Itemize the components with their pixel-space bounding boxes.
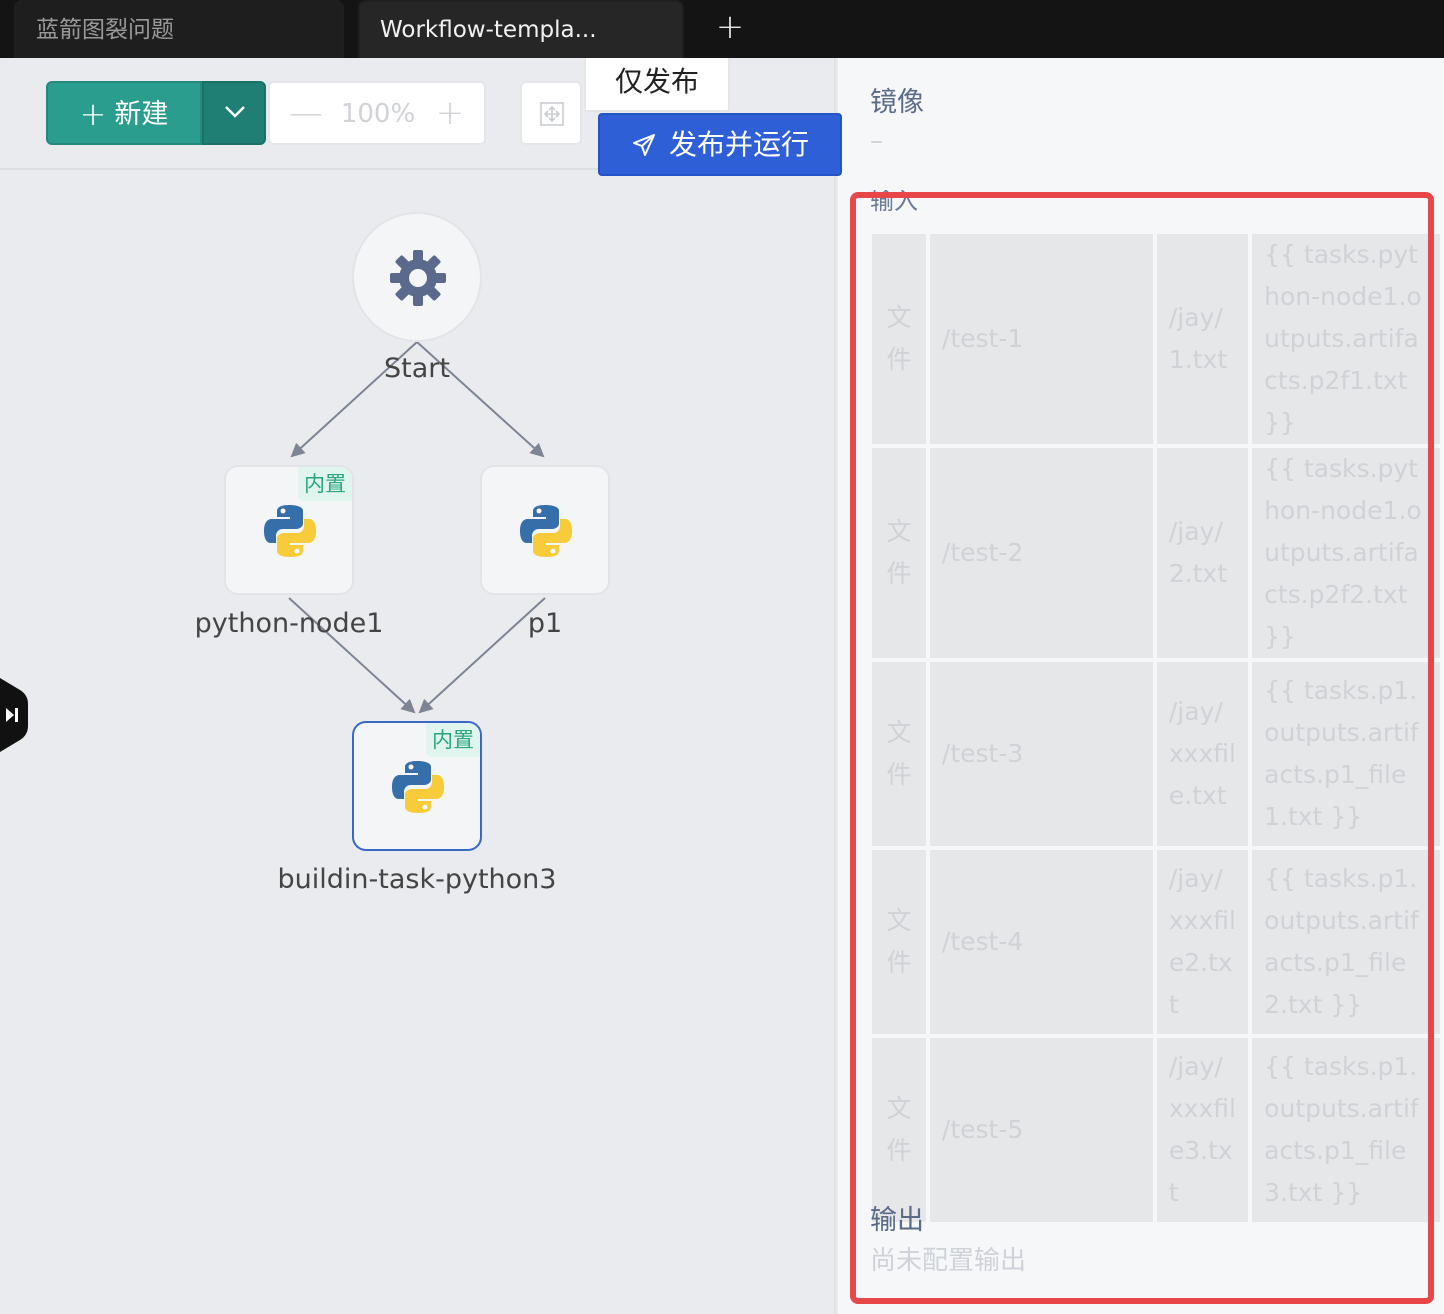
node-detail-panel: 镜像 – 输入 文件 /test-1 /jay/1.txt {{ tasks.p…	[838, 58, 1444, 1314]
builtin-badge: 内置	[298, 467, 352, 501]
tab-bar: 蓝箭图裂问题 Workflow-templa... +	[0, 0, 1444, 58]
buildin-task-python3-node[interactable]: 内置	[352, 721, 482, 851]
python-node1-node[interactable]: 内置	[224, 465, 354, 595]
publish-only-option[interactable]: 仅发布	[584, 58, 730, 112]
p1-label: p1	[527, 608, 563, 639]
p1-node[interactable]	[480, 465, 610, 595]
highlight-box	[850, 192, 1434, 1304]
start-node-label: Start	[384, 353, 450, 384]
collapse-sidebar-toggle[interactable]	[0, 678, 28, 752]
publish-and-run-label: 发布并运行	[668, 128, 809, 161]
add-tab-button[interactable]: +	[712, 10, 748, 46]
gear-icon	[390, 250, 446, 306]
workflow-canvas[interactable]: + 新建 — 100% + 仅发布 发布并运行 Start 内置 python-…	[0, 58, 842, 1314]
send-icon	[632, 134, 655, 156]
tab-workflow-template[interactable]: Workflow-templa...	[358, 0, 684, 58]
image-label: 镜像	[870, 87, 924, 118]
start-node[interactable]	[352, 212, 482, 342]
image-value: –	[870, 126, 883, 156]
python-node1-label: python-node1	[194, 608, 384, 639]
publish-and-run-button[interactable]: 发布并运行	[598, 113, 842, 176]
tab-lanjian[interactable]: 蓝箭图裂问题	[14, 0, 344, 58]
python-icon	[264, 505, 316, 557]
python-icon	[392, 761, 444, 813]
builtin-badge: 内置	[426, 723, 480, 757]
python-icon	[520, 505, 572, 557]
buildin-task-python3-label: buildin-task-python3	[277, 864, 557, 895]
